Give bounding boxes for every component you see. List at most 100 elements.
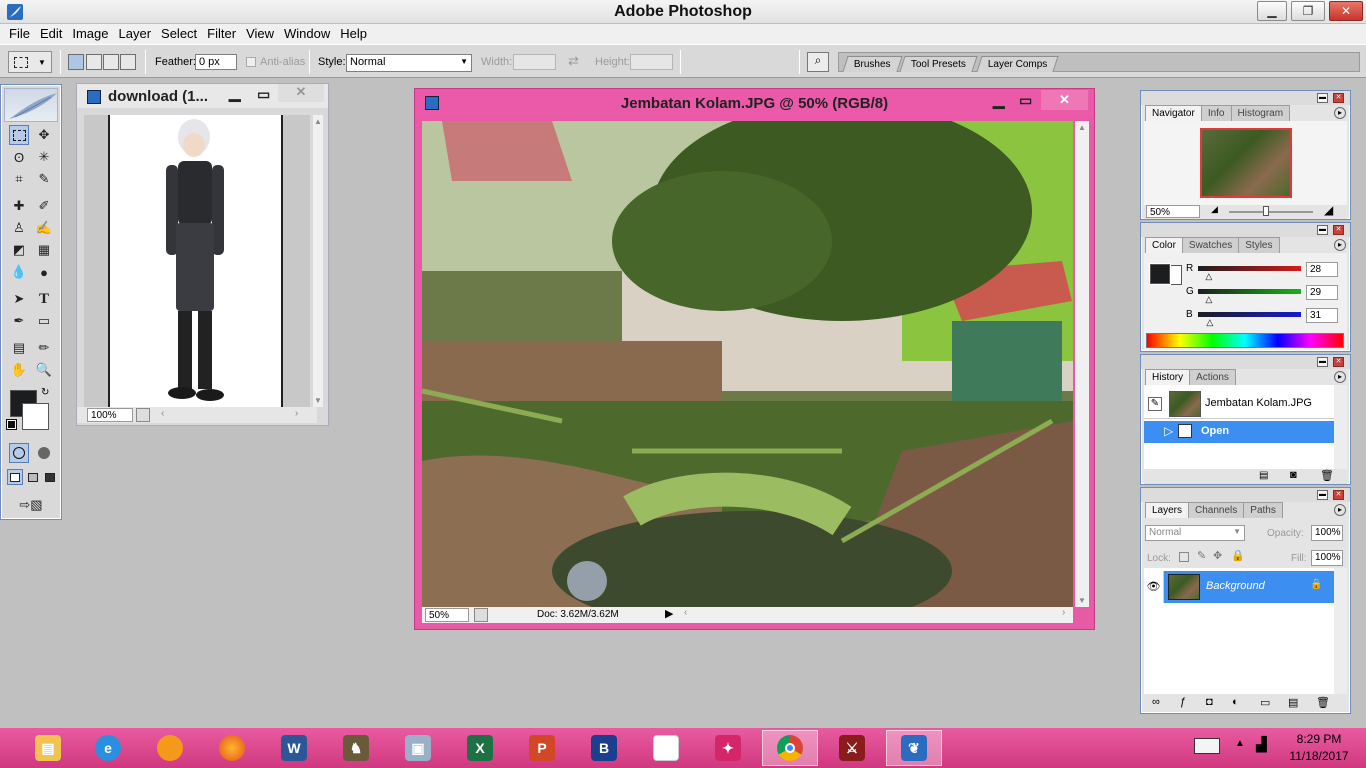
tray-expand-icon[interactable]: ▲ <box>1235 738 1245 749</box>
history-scrollbar[interactable] <box>1334 385 1347 469</box>
shape-tool[interactable]: ▭ <box>34 311 54 331</box>
file-browser-icon[interactable]: ⌕ <box>807 52 829 72</box>
subtract-selection-button[interactable] <box>103 54 119 70</box>
full-screen-menu-mode-icon[interactable] <box>25 469 41 485</box>
default-colors-icon[interactable] <box>6 419 17 430</box>
menu-file[interactable]: File <box>4 24 35 44</box>
palette-close-icon[interactable]: ✕ <box>1333 93 1344 103</box>
history-state-row[interactable]: ▷ Open <box>1144 421 1334 443</box>
magic-wand-tool[interactable]: ✳ <box>34 147 54 167</box>
taskbar-dota[interactable]: ⚔ <box>824 730 880 766</box>
swap-icon[interactable]: ⇄ <box>568 53 579 69</box>
anti-alias-checkbox[interactable] <box>246 57 256 67</box>
taskbar-android[interactable]: ✦ <box>700 730 756 766</box>
close-button[interactable]: ✕ <box>1329 1 1363 21</box>
taskbar-word[interactable]: W <box>266 730 322 766</box>
new-document-from-state-icon[interactable]: ▤ <box>1259 470 1268 481</box>
new-selection-button[interactable] <box>68 54 84 70</box>
g-value-field[interactable]: 29 <box>1306 285 1338 300</box>
canvas-area[interactable] <box>422 121 1073 607</box>
network-icon[interactable]: ▟ <box>1256 736 1267 753</box>
gradient-tool[interactable]: ▦ <box>34 240 54 260</box>
swap-colors-icon[interactable]: ↻ <box>41 387 49 398</box>
minimize-button[interactable]: ▁ <box>229 84 241 102</box>
minimize-button[interactable]: ▁ <box>993 91 1005 109</box>
maximize-button[interactable]: ▭ <box>257 86 270 103</box>
lock-position-icon[interactable]: ✥ <box>1213 549 1222 562</box>
lock-transparency-icon[interactable] <box>1179 552 1189 562</box>
path-selection-tool[interactable]: ➤ <box>9 289 29 309</box>
dodge-tool[interactable]: ● <box>34 262 54 282</box>
b-slider-track[interactable] <box>1198 312 1301 317</box>
taskbar-app-orange[interactable] <box>142 730 198 766</box>
taskbar-powerpoint[interactable]: P <box>514 730 570 766</box>
clock-date[interactable]: 11/18/2017 <box>1284 749 1354 763</box>
navigator-zoom-field[interactable]: 50% <box>1146 205 1200 218</box>
history-snapshot-row[interactable]: ✎ Jembatan Kolam.JPG <box>1144 389 1334 419</box>
navigator-thumbnail[interactable] <box>1200 128 1292 198</box>
document-titlebar[interactable]: download (1... ▁ ▭ ✕ <box>77 84 328 108</box>
add-selection-button[interactable] <box>86 54 102 70</box>
eyedropper-tool[interactable]: ✏ <box>34 338 54 358</box>
menu-filter[interactable]: Filter <box>202 24 241 44</box>
vertical-scrollbar[interactable]: ▲ ▼ <box>1075 121 1089 607</box>
new-group-icon[interactable]: ▭ <box>1260 696 1270 709</box>
layers-scrollbar[interactable] <box>1334 568 1347 694</box>
zoom-slider[interactable] <box>1229 211 1313 213</box>
minimize-button[interactable]: ▁ <box>1257 1 1287 21</box>
type-tool[interactable]: T <box>34 289 54 309</box>
tab-color[interactable]: Color <box>1145 237 1183 253</box>
close-button[interactable]: ✕ <box>278 84 324 102</box>
standard-mode-icon[interactable] <box>9 443 29 463</box>
clock-time[interactable]: 8:29 PM <box>1284 732 1354 746</box>
tool-preset-picker[interactable]: ▼ <box>8 51 52 73</box>
palette-menu-icon[interactable]: ▸ <box>1334 504 1346 516</box>
full-screen-mode-icon[interactable] <box>42 469 58 485</box>
tab-actions[interactable]: Actions <box>1189 369 1236 385</box>
r-value-field[interactable]: 28 <box>1306 262 1338 277</box>
tab-channels[interactable]: Channels <box>1188 502 1245 518</box>
canvas-area[interactable] <box>84 115 310 407</box>
scroll-right-icon[interactable]: › <box>1062 607 1065 618</box>
taskbar-excel[interactable]: X <box>452 730 508 766</box>
quick-mask-mode-icon[interactable] <box>34 443 54 463</box>
tab-histogram[interactable]: Histogram <box>1230 105 1291 121</box>
palette-minimize-icon[interactable]: ▬ <box>1317 357 1328 367</box>
palette-close-icon[interactable]: ✕ <box>1333 490 1344 500</box>
new-layer-icon[interactable]: ▤ <box>1288 696 1298 709</box>
background-color-swatch[interactable] <box>22 403 49 430</box>
move-tool[interactable]: ✥ <box>34 125 54 145</box>
taskbar-photoshop[interactable]: ❦ <box>886 730 942 766</box>
slice-tool[interactable]: ✎ <box>34 169 54 189</box>
trash-icon[interactable]: 🗑 <box>1316 696 1330 709</box>
history-brush-tool[interactable]: ✍ <box>34 218 54 238</box>
crop-tool[interactable]: ⌗ <box>9 169 29 189</box>
foreground-color-chip[interactable] <box>1149 263 1171 285</box>
status-icon[interactable] <box>136 408 150 422</box>
zoom-in-icon[interactable]: ◢ <box>1324 203 1333 217</box>
notes-tool[interactable]: ▤ <box>9 338 29 358</box>
menu-help[interactable]: Help <box>335 24 372 44</box>
taskbar-app-horse[interactable]: ♞ <box>328 730 384 766</box>
hand-tool[interactable]: ✋ <box>9 360 29 380</box>
trash-icon[interactable]: 🗑 <box>1320 469 1334 482</box>
feather-input[interactable]: 0 px <box>195 54 237 70</box>
lock-all-icon[interactable]: 🔒 <box>1231 549 1245 562</box>
scroll-right-icon[interactable]: › <box>295 408 298 419</box>
tab-layers[interactable]: Layers <box>1145 502 1190 518</box>
lasso-tool[interactable]: ʘ <box>9 147 29 167</box>
palette-minimize-icon[interactable]: ▬ <box>1317 225 1328 235</box>
restore-button[interactable]: ❐ <box>1291 1 1325 21</box>
fill-field[interactable]: 100% <box>1311 550 1343 566</box>
r-slider-thumb[interactable]: △ <box>1205 271 1212 282</box>
jump-to-imageready-icon[interactable]: ⇨▧ <box>9 495 53 515</box>
scroll-left-icon[interactable]: ‹ <box>684 607 687 618</box>
palette-menu-icon[interactable]: ▸ <box>1334 371 1346 383</box>
g-slider-thumb[interactable]: △ <box>1205 294 1212 305</box>
pen-tool[interactable]: ✒ <box>9 311 29 331</box>
taskbar-firefox[interactable] <box>204 730 260 766</box>
menu-view[interactable]: View <box>241 24 279 44</box>
b-slider-thumb[interactable]: △ <box>1206 317 1213 328</box>
opacity-field[interactable]: 100% <box>1311 525 1343 541</box>
style-select[interactable]: Normal ▼ <box>346 54 472 72</box>
